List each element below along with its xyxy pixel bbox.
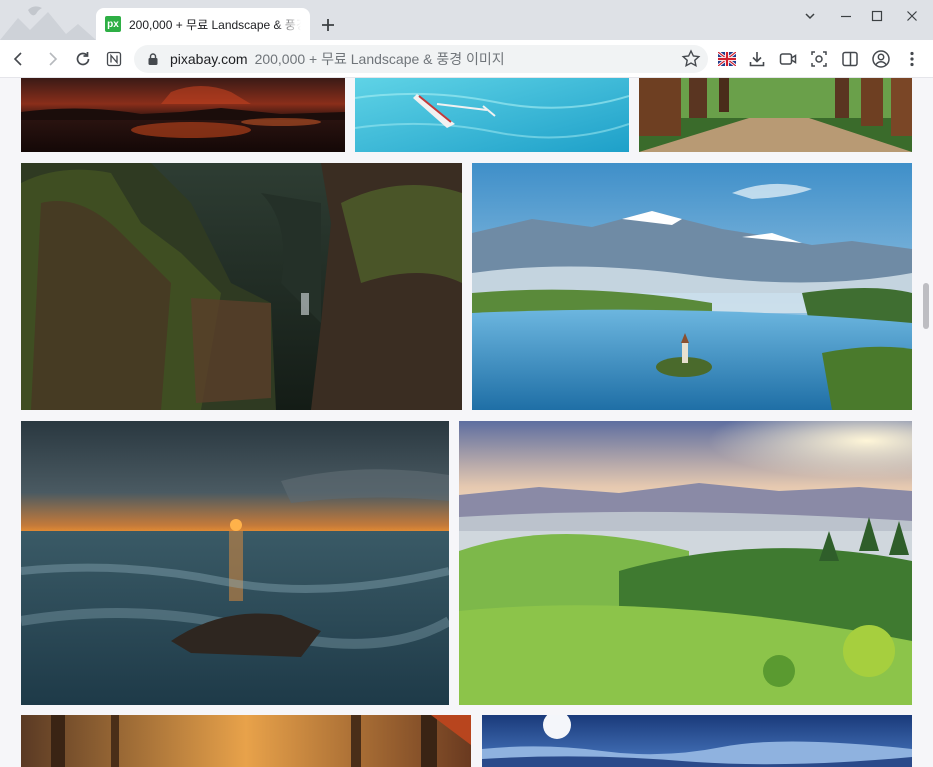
n-extension-icon: [106, 51, 122, 67]
photo-volcanic-lake-sunset[interactable]: [21, 78, 345, 152]
downloads-button[interactable]: [745, 47, 769, 71]
download-icon: [749, 52, 765, 67]
new-tab-button[interactable]: [316, 13, 340, 37]
active-tab[interactable]: px 200,000 + 무료 Landscape & 풍경 이미지: [96, 8, 310, 40]
screenshot-icon: [811, 51, 827, 67]
photo-forest-path[interactable]: [639, 78, 912, 152]
tab-strip: px 200,000 + 무료 Landscape & 풍경 이미지: [0, 0, 933, 40]
language-extension-button[interactable]: [715, 47, 739, 71]
forward-arrow-icon: [49, 52, 58, 66]
photo-dark-canyon-cliffs[interactable]: [21, 163, 462, 410]
screenshot-button[interactable]: [807, 47, 831, 71]
tab-strip-decoration: [0, 0, 96, 40]
browser-toolbar: pixabay.com 200,000 + 무료 Landscape & 풍경 …: [0, 40, 933, 78]
close-icon: [907, 11, 917, 21]
photo-moon-ice-landscape[interactable]: [482, 715, 912, 767]
video-camera-icon: [779, 53, 797, 65]
photo-turquoise-sea-boat[interactable]: [355, 78, 629, 152]
back-arrow-icon: [13, 52, 22, 66]
reload-button[interactable]: [71, 47, 95, 71]
bookmark-button[interactable]: [680, 48, 702, 73]
back-button[interactable]: [7, 47, 31, 71]
video-capture-button[interactable]: [776, 47, 800, 71]
maximize-button[interactable]: [861, 6, 893, 26]
plus-icon: [322, 19, 334, 31]
photo-lake-bled-island[interactable]: [472, 163, 912, 410]
uk-flag-icon: [718, 52, 736, 66]
forward-button[interactable]: [40, 47, 64, 71]
extension-n-button[interactable]: [102, 47, 126, 71]
pixabay-favicon-icon: px: [105, 16, 121, 32]
profile-button[interactable]: [869, 47, 893, 71]
browser-menu-button[interactable]: [900, 47, 924, 71]
photo-sea-sunset-rock[interactable]: [21, 421, 449, 705]
url-title: 200,000 + 무료 Landscape & 풍경 이미지: [254, 51, 505, 67]
address-bar[interactable]: pixabay.com 200,000 + 무료 Landscape & 풍경 …: [134, 45, 708, 73]
image-gallery: [0, 78, 933, 767]
reload-icon: [76, 52, 90, 66]
photo-green-hills-meadow[interactable]: [459, 421, 912, 705]
tab-title: 200,000 + 무료 Landscape & 풍경 이미지: [129, 17, 301, 32]
kebab-menu-icon: [910, 51, 914, 67]
maximize-icon: [871, 10, 883, 22]
photo-autumn-forest[interactable]: [21, 715, 471, 767]
close-window-button[interactable]: [896, 6, 928, 26]
profile-icon: [872, 50, 890, 68]
lock-icon[interactable]: [146, 52, 160, 66]
tab-search-button[interactable]: [794, 6, 826, 26]
minimize-button[interactable]: [830, 6, 862, 26]
page-scrollbar[interactable]: [919, 78, 933, 767]
scrollbar-thumb[interactable]: [923, 283, 929, 329]
minimize-icon: [841, 15, 851, 18]
side-panel-icon: [842, 51, 858, 67]
star-icon: [681, 49, 701, 68]
url-host: pixabay.com: [170, 51, 248, 67]
chevron-down-icon: [805, 13, 815, 20]
side-panel-button[interactable]: [838, 47, 862, 71]
